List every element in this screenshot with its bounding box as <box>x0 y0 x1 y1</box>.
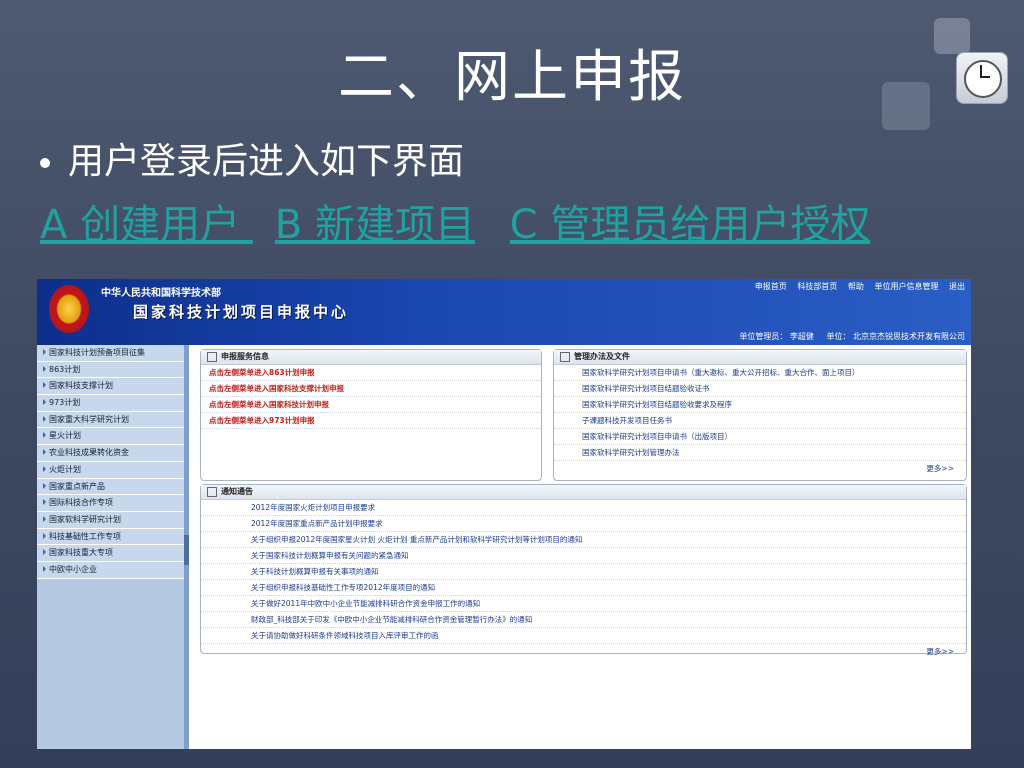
sidebar-splitter[interactable] <box>184 345 189 749</box>
service-link[interactable]: 点击左侧菜单进入863计划申报 <box>201 365 541 381</box>
link-create-user[interactable]: A 创建用户 <box>40 202 253 248</box>
unit-info: 单位管理员： 李超健 单位： 北京京杰锐思技术开发有限公司 <box>729 331 965 342</box>
notice-panel: 通知通告 2012年度国家火炬计划项目申报要求 2012年度国家重点新产品计划申… <box>200 484 967 656</box>
sidebar: 国家科技计划预备项目征集 863计划 国家科技支撑计划 973计划 国家重大科学… <box>37 345 184 749</box>
embedded-screenshot: 中华人民共和国科学技术部 国家科技计划项目申报中心 申报首页 科技部首页 帮助 … <box>37 279 971 749</box>
nav-help[interactable]: 帮助 <box>848 282 864 291</box>
info-icon <box>207 351 217 362</box>
top-nav: 申报首页 科技部首页 帮助 单位用户信息管理 退出 <box>747 281 965 292</box>
panel-header: 申报服务信息 <box>201 350 541 365</box>
bullet-label: 用户登录后进入如下界面 <box>68 141 465 182</box>
ministry-name: 中华人民共和国科学技术部 <box>101 288 221 299</box>
doc-link[interactable]: 国家软科学研究计划管理办法 <box>554 445 966 461</box>
slide-links: A 创建用户 B 新建项目 C 管理员给用户授权 <box>40 192 892 250</box>
national-emblem-icon <box>49 285 89 333</box>
nav-home[interactable]: 申报首页 <box>755 282 787 291</box>
doc-link[interactable]: 国家软科学研究计划项目结题验收要求及程序 <box>554 397 966 413</box>
notice-icon <box>207 486 217 497</box>
sidebar-item[interactable]: 国家软科学研究计划 <box>37 511 184 529</box>
nav-logout[interactable]: 退出 <box>949 282 965 291</box>
sidebar-item[interactable]: 科技基础性工作专项 <box>37 528 184 546</box>
notice-link[interactable]: 关于国家科技计划概算申报有关问题的紧急通知 <box>201 548 966 564</box>
link-admin-authorize[interactable]: C 管理员给用户授权 <box>510 202 871 248</box>
bullet-dot-icon <box>40 158 50 168</box>
sidebar-item[interactable]: 国际科技合作专项 <box>37 495 184 512</box>
bullet-text: 用户登录后进入如下界面 <box>40 132 464 184</box>
doc-link[interactable]: 国家软科学研究计划项目申请书（重大邀标、重大公开招标、重大合作、面上项目） <box>554 365 966 381</box>
sidebar-item[interactable]: 农业科技成果转化资金 <box>37 445 184 462</box>
more-link[interactable]: 更多>> <box>554 461 966 477</box>
notice-link[interactable]: 财政部_科技部关于印发《中欧中小企业节能减排科研合作资金管理暂行办法》的通知 <box>201 612 966 628</box>
sidebar-item[interactable]: 火炬计划 <box>37 461 184 479</box>
nav-ministry-home[interactable]: 科技部首页 <box>797 282 837 291</box>
doc-link[interactable]: 子课题科技开发项目任务书 <box>554 413 966 429</box>
doc-link[interactable]: 国家软科学研究计划项目结题验收证书 <box>554 381 966 397</box>
nav-unit-info[interactable]: 单位用户信息管理 <box>874 282 938 291</box>
notice-link[interactable]: 关于组织申报科技基础性工作专项2012年度项目的通知 <box>201 580 966 596</box>
service-panel: 申报服务信息 点击左侧菜单进入863计划申报 点击左侧菜单进入国家科技支撑计划申… <box>200 349 542 481</box>
notice-link[interactable]: 2012年度国家重点新产品计划申报要求 <box>201 516 966 532</box>
slide-title: 二、网上申报 <box>338 45 686 110</box>
sidebar-item[interactable]: 星火计划 <box>37 428 184 446</box>
docs-panel: 管理办法及文件 国家软科学研究计划项目申请书（重大邀标、重大公开招标、重大合作、… <box>553 349 967 481</box>
sidebar-item[interactable]: 国家重点新产品 <box>37 478 184 496</box>
notice-link[interactable]: 关于请协助做好科研条件领域科技项目入库评审工作的函 <box>201 628 966 644</box>
notice-link[interactable]: 关于科技计划概算申报有关事项的通知 <box>201 564 966 580</box>
sidebar-item[interactable]: 国家科技支撑计划 <box>37 378 184 396</box>
collapse-handle[interactable] <box>184 535 189 565</box>
sidebar-item[interactable]: 863计划 <box>37 361 184 379</box>
notice-link[interactable]: 关于组织申报2012年度国家星火计划 火炬计划 重点新产品计划和软科学研究计划等… <box>201 532 966 548</box>
sidebar-item[interactable]: 中欧中小企业 <box>37 561 184 579</box>
sidebar-item[interactable]: 国家科技重大专项 <box>37 545 184 562</box>
more-link[interactable]: 更多>> <box>201 644 966 660</box>
panel-header: 通知通告 <box>201 485 966 500</box>
unit-name: 单位： 北京京杰锐思技术开发有限公司 <box>826 332 965 341</box>
site-banner: 中华人民共和国科学技术部 国家科技计划项目申报中心 申报首页 科技部首页 帮助 … <box>37 279 971 345</box>
sidebar-item[interactable]: 973计划 <box>37 395 184 412</box>
sidebar-item[interactable]: 国家重大科学研究计划 <box>37 411 184 429</box>
link-new-project[interactable]: B 新建项目 <box>275 202 475 248</box>
notice-link[interactable]: 2012年度国家火炬计划项目申报要求 <box>201 500 966 516</box>
notice-link[interactable]: 关于做好2011年中欧中小企业节能减排科研合作资金申报工作的通知 <box>201 596 966 612</box>
doc-link[interactable]: 国家软科学研究计划项目申请书（出版项目） <box>554 429 966 445</box>
service-link[interactable]: 点击左侧菜单进入973计划申报 <box>201 413 541 429</box>
service-link[interactable]: 点击左侧菜单进入国家科技计划申报 <box>201 397 541 413</box>
center-name: 国家科技计划项目申报中心 <box>133 303 350 321</box>
document-icon <box>560 351 570 362</box>
panel-header: 管理办法及文件 <box>554 350 966 365</box>
unit-admin: 单位管理员： 李超健 <box>739 332 814 341</box>
sidebar-item[interactable]: 国家科技计划预备项目征集 <box>37 345 184 362</box>
service-link[interactable]: 点击左侧菜单进入国家科技支撑计划申报 <box>201 381 541 397</box>
